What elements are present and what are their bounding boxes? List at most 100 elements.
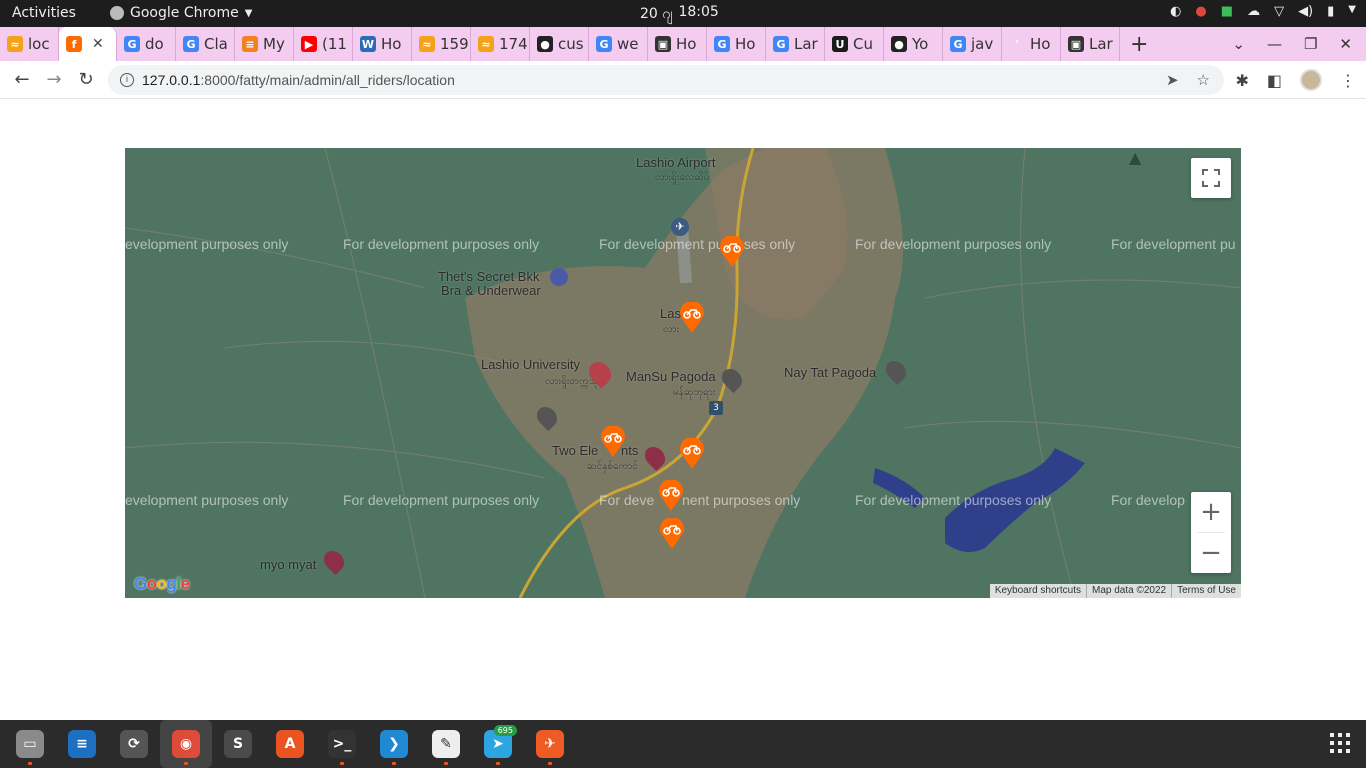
fullscreen-button[interactable] bbox=[1191, 158, 1231, 198]
rider-location-map[interactable]: evelopment purposes only For development… bbox=[125, 148, 1241, 598]
forward-icon[interactable]: → bbox=[38, 69, 70, 90]
new-tab-icon[interactable]: + bbox=[1130, 32, 1148, 57]
rider-marker[interactable] bbox=[679, 438, 705, 470]
back-icon[interactable]: ← bbox=[6, 69, 38, 90]
wifi-icon[interactable]: ▽ bbox=[1274, 4, 1284, 19]
text-editor-icon: ✎ bbox=[432, 730, 460, 758]
show-apps-icon[interactable] bbox=[1330, 733, 1350, 753]
place-label-airport[interactable]: Lashio Airport bbox=[636, 155, 716, 170]
rider-marker[interactable] bbox=[719, 236, 745, 268]
place-label-myo-myat[interactable]: myo myat bbox=[260, 557, 316, 572]
dock-item[interactable]: ✎ bbox=[420, 720, 472, 768]
profile-avatar[interactable] bbox=[1300, 69, 1322, 91]
route-3-shield: 3 bbox=[709, 401, 723, 415]
tab-title: Ho bbox=[381, 35, 402, 53]
place-label-mansu[interactable]: ManSu Pagoda bbox=[626, 369, 716, 384]
fatty-app-icon: f bbox=[66, 36, 82, 52]
zoom-out-button[interactable]: − bbox=[1191, 533, 1231, 573]
dev-watermark: For development pu bbox=[1111, 236, 1236, 252]
cloud-icon[interactable]: ☁ bbox=[1247, 4, 1260, 19]
bookmark-star-icon[interactable]: ☆ bbox=[1197, 71, 1210, 89]
close-window-icon[interactable]: ✕ bbox=[1339, 35, 1352, 53]
clock[interactable]: 20 ဂျ 18:05 bbox=[640, 4, 719, 25]
browser-tab[interactable]: U Cu bbox=[825, 27, 884, 61]
app-menu[interactable]: Google Chrome ▼ bbox=[110, 5, 252, 21]
address-bar[interactable]: i 127.0.0.1:8000/fatty/main/admin/all_ri… bbox=[108, 65, 1224, 95]
night-light-icon[interactable]: ◐ bbox=[1170, 4, 1181, 19]
dev-watermark: For development purposes only bbox=[343, 492, 540, 508]
dock-item[interactable]: S bbox=[212, 720, 264, 768]
browser-tab[interactable]: G Cla bbox=[176, 27, 235, 61]
dock-item[interactable]: ≡ bbox=[56, 720, 108, 768]
browser-tab[interactable]: G Lar bbox=[766, 27, 825, 61]
extensions-icon[interactable]: ✱ bbox=[1235, 71, 1248, 90]
dock-item[interactable]: ◉ bbox=[160, 720, 212, 768]
rider-marker[interactable] bbox=[600, 426, 626, 458]
close-tab-icon[interactable]: ✕ bbox=[92, 36, 104, 52]
dock-item[interactable]: A bbox=[264, 720, 316, 768]
browser-tab[interactable]: W Ho bbox=[353, 27, 412, 61]
terms-link[interactable]: Terms of Use bbox=[1171, 584, 1241, 598]
more-menu-icon[interactable]: ⋮ bbox=[1340, 71, 1356, 90]
browser-tab[interactable]: Gjav bbox=[943, 27, 1002, 61]
park-icon[interactable]: ▲ bbox=[1129, 148, 1141, 167]
running-indicator bbox=[444, 762, 448, 765]
dock-item[interactable]: ⟳ bbox=[108, 720, 160, 768]
browser-tab[interactable]: ● Yo bbox=[884, 27, 943, 61]
chrome-remote-icon[interactable]: ● bbox=[1195, 4, 1206, 19]
keyboard-shortcuts-link[interactable]: Keyboard shortcuts bbox=[990, 584, 1086, 598]
dock-item[interactable]: ✈ bbox=[524, 720, 576, 768]
browser-tab[interactable]: ▣ Ho bbox=[648, 27, 707, 61]
send-to-device-icon[interactable]: ➤ bbox=[1166, 71, 1179, 89]
browser-tab[interactable]: f ✕ bbox=[59, 27, 117, 61]
tab-title: Yo bbox=[912, 35, 929, 53]
restore-icon[interactable]: ❐ bbox=[1304, 35, 1317, 53]
rider-marker[interactable] bbox=[658, 480, 684, 512]
dock-item[interactable]: >_ bbox=[316, 720, 368, 768]
place-label-lashio[interactable]: Las bbox=[660, 306, 681, 321]
rider-marker[interactable] bbox=[659, 518, 685, 550]
tab-search-icon[interactable]: ⌄ bbox=[1232, 35, 1245, 53]
rider-marker[interactable] bbox=[679, 302, 705, 334]
blank-icon: ' bbox=[1009, 36, 1025, 52]
place-label-two-elephants[interactable]: Two Ele bbox=[552, 443, 598, 458]
dock-item[interactable]: ❯ bbox=[368, 720, 420, 768]
power-menu-icon[interactable]: ▼ bbox=[1348, 4, 1356, 19]
browser-tab[interactable]: ● cus bbox=[530, 27, 589, 61]
tab-title: Ho bbox=[735, 35, 756, 53]
fatty-icon: ≈ bbox=[419, 36, 435, 52]
reload-icon[interactable]: ↻ bbox=[70, 69, 102, 90]
browser-tab[interactable]: ≈ loc bbox=[0, 27, 59, 61]
browser-tab[interactable]: ' Ho bbox=[1002, 27, 1061, 61]
browser-tab[interactable]: Gwe bbox=[589, 27, 648, 61]
dock-item[interactable]: ➤ 695 bbox=[472, 720, 524, 768]
activities-button[interactable]: Activities bbox=[12, 5, 76, 21]
google-icon: G bbox=[950, 36, 966, 52]
browser-tab[interactable]: ≈159 bbox=[412, 27, 471, 61]
browser-toolbar: ← → ↻ i 127.0.0.1:8000/fatty/main/admin/… bbox=[0, 61, 1366, 99]
browser-tab[interactable]: ≈174 bbox=[471, 27, 530, 61]
browser-tab[interactable]: ▶ (11 bbox=[294, 27, 353, 61]
browser-tab[interactable]: ▣ Lar bbox=[1061, 27, 1120, 61]
volume-icon[interactable]: ◀) bbox=[1298, 4, 1313, 19]
shop-icon[interactable] bbox=[550, 268, 568, 286]
side-panel-icon[interactable]: ◧ bbox=[1267, 71, 1282, 90]
app-menu-label: Google Chrome bbox=[130, 5, 239, 21]
zoom-control: + − bbox=[1191, 492, 1231, 573]
airport-icon[interactable]: ✈ bbox=[671, 218, 689, 236]
browser-tab[interactable]: ≡ My bbox=[235, 27, 294, 61]
browser-tab[interactable]: Gdo bbox=[117, 27, 176, 61]
place-label-naytat[interactable]: Nay Tat Pagoda bbox=[784, 365, 876, 380]
place-label-university[interactable]: Lashio University bbox=[481, 357, 580, 372]
minimize-icon[interactable]: — bbox=[1267, 35, 1282, 53]
battery-icon[interactable]: ▮ bbox=[1327, 4, 1334, 19]
site-info-icon[interactable]: i bbox=[120, 73, 134, 87]
system-tray[interactable]: ◐ ● ■ ☁ ▽ ◀) ▮ ▼ bbox=[1170, 4, 1356, 19]
browser-tab[interactable]: G Ho bbox=[707, 27, 766, 61]
shield-check-icon[interactable]: ■ bbox=[1221, 4, 1233, 19]
dock-item[interactable]: ▭ bbox=[4, 720, 56, 768]
updater-icon: ⟳ bbox=[120, 730, 148, 758]
zoom-in-button[interactable]: + bbox=[1191, 492, 1231, 532]
place-label-bra-shop[interactable]: Thet's Secret Bkk bbox=[438, 269, 539, 284]
google-logo[interactable]: Google bbox=[134, 574, 190, 594]
